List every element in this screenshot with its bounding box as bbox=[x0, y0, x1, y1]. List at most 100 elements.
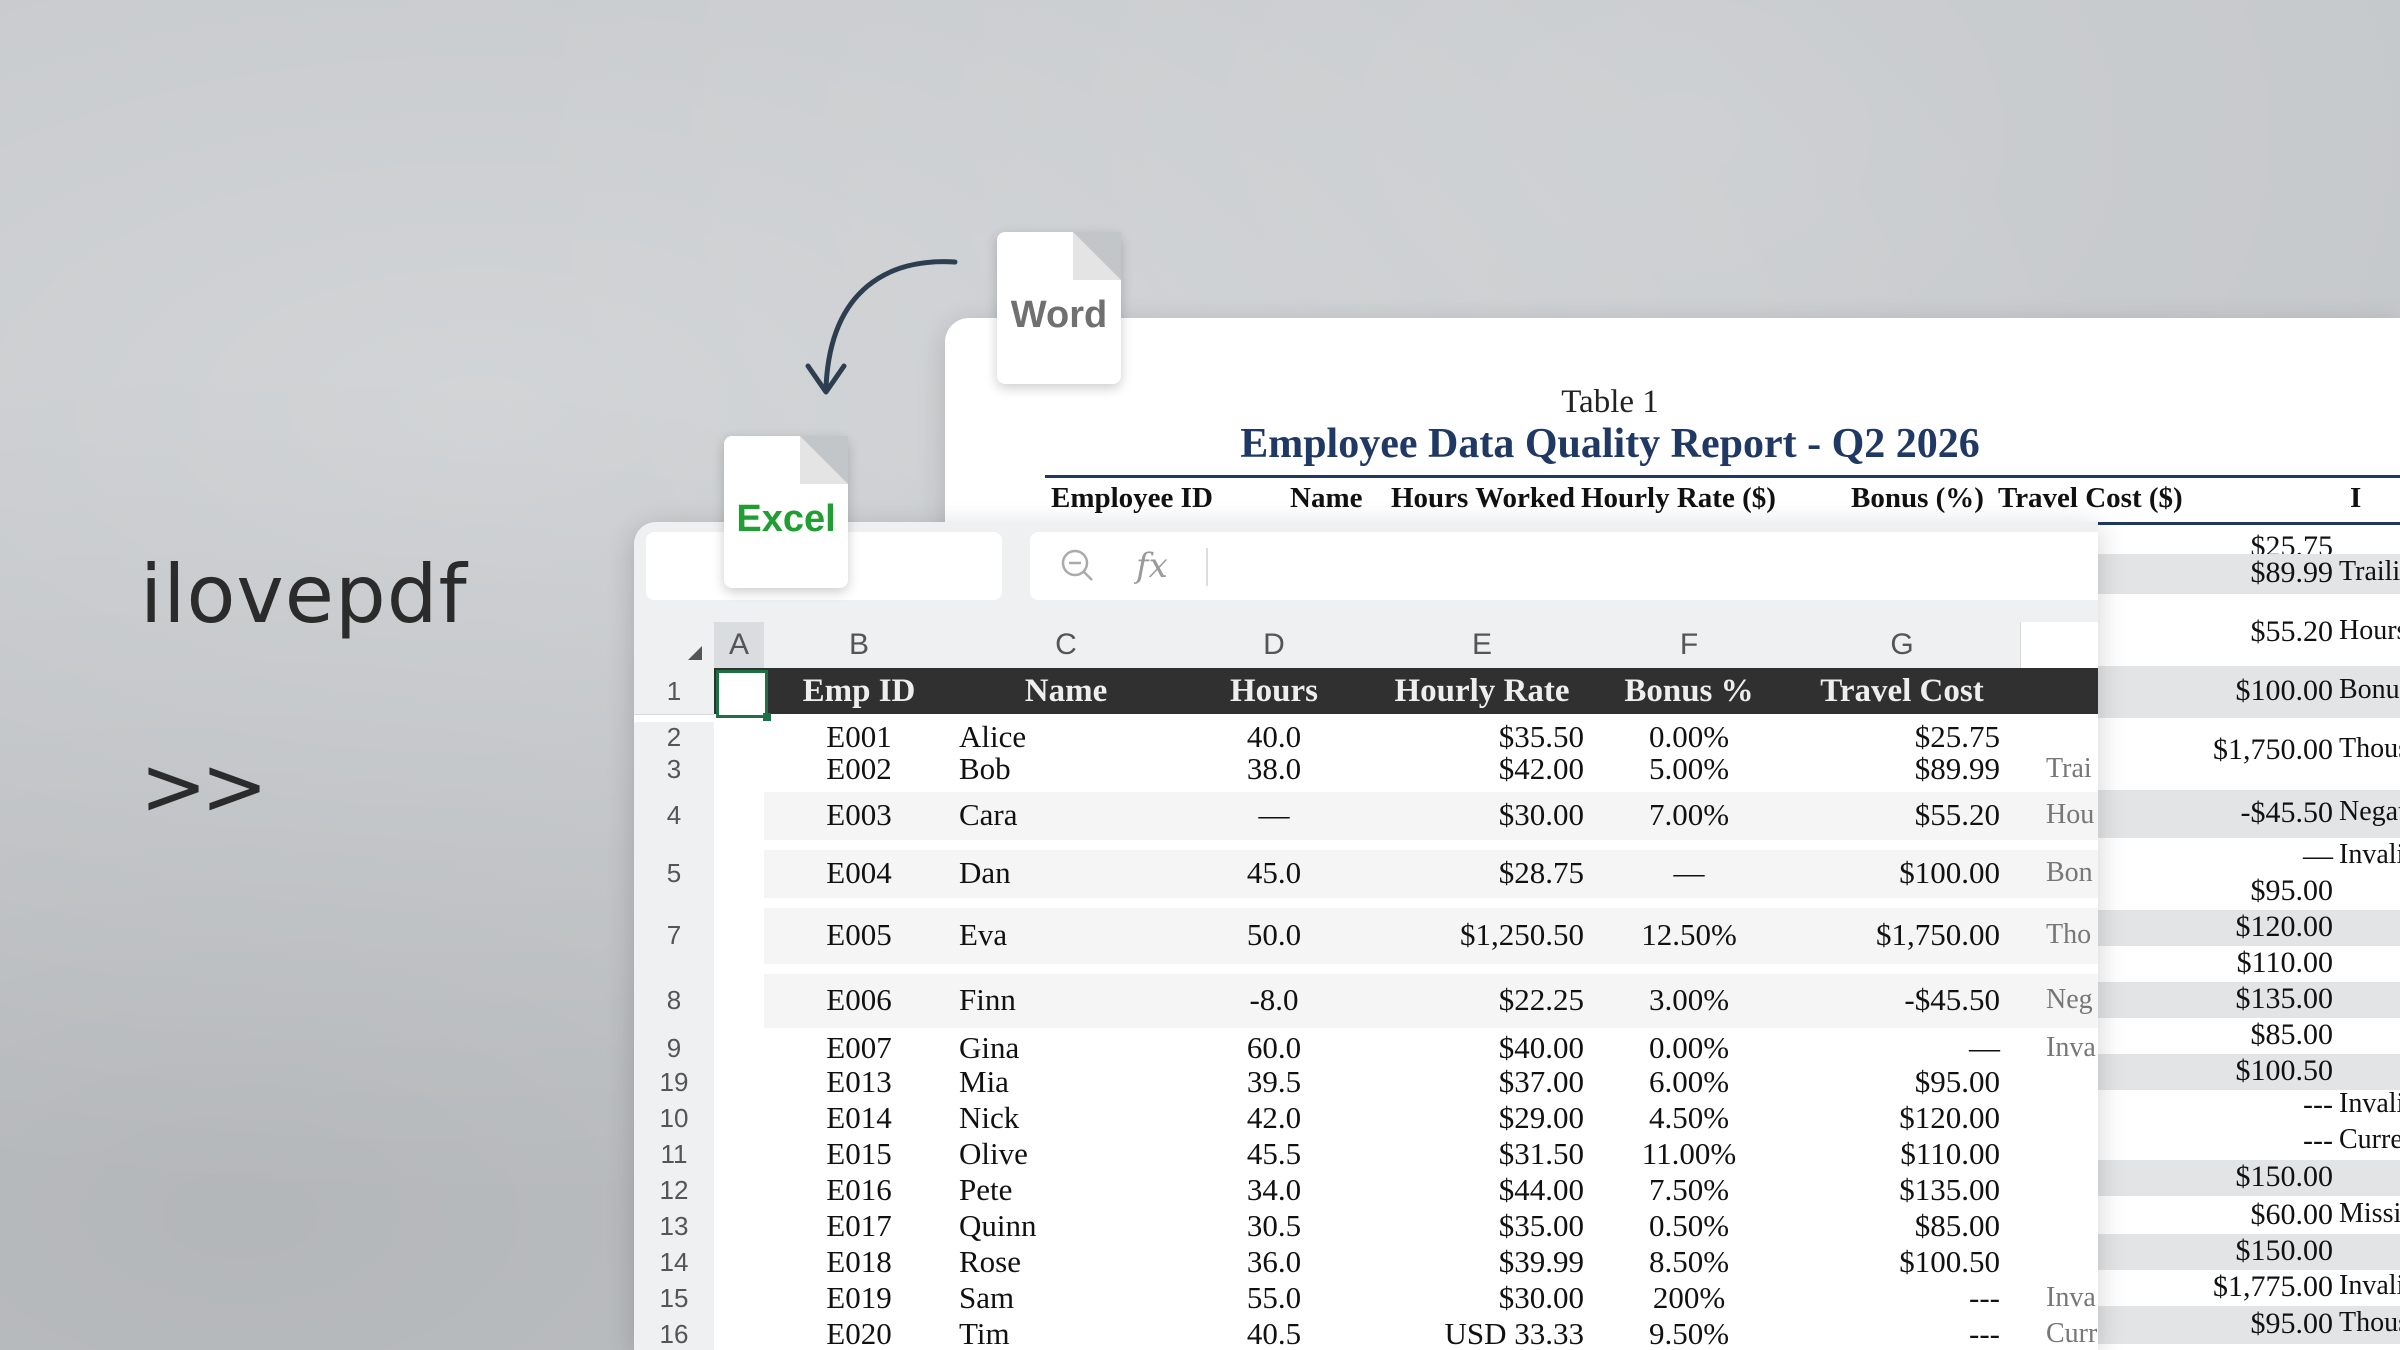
bonus-cell[interactable]: — bbox=[1594, 855, 1784, 891]
travel-cost-cell[interactable]: --- bbox=[1784, 1316, 2000, 1350]
travel-cost-cell[interactable]: -$45.50 bbox=[1784, 982, 2000, 1018]
hours-cell[interactable]: 40.5 bbox=[1178, 1316, 1370, 1350]
hours-cell[interactable]: 55.0 bbox=[1178, 1280, 1370, 1316]
issue-note-cell[interactable]: Bon bbox=[2046, 857, 2093, 889]
travel-cost-cell[interactable]: $89.99 bbox=[1784, 751, 2000, 787]
emp-id-cell[interactable]: E018 bbox=[764, 1244, 954, 1280]
row-header[interactable]: 2 bbox=[634, 722, 714, 753]
row-header[interactable]: 19 bbox=[634, 1064, 714, 1101]
hours-cell[interactable]: 40.0 bbox=[1178, 719, 1370, 755]
row-header[interactable]: 9 bbox=[634, 1032, 714, 1065]
name-cell[interactable]: Tim bbox=[959, 1316, 1010, 1350]
emp-id-cell[interactable]: E006 bbox=[764, 982, 954, 1018]
hours-cell[interactable]: 45.5 bbox=[1178, 1136, 1370, 1172]
bonus-cell[interactable]: 7.50% bbox=[1594, 1172, 1784, 1208]
travel-cost-cell[interactable]: $120.00 bbox=[1784, 1100, 2000, 1136]
row-header[interactable]: 11 bbox=[634, 1136, 714, 1173]
row-header[interactable]: 14 bbox=[634, 1244, 714, 1281]
selected-cell-a1[interactable] bbox=[716, 670, 771, 721]
hourly-rate-cell[interactable]: $39.99 bbox=[1370, 1244, 1584, 1280]
header-cell[interactable]: Hourly Rate bbox=[1370, 668, 1594, 714]
name-cell[interactable]: Finn bbox=[959, 982, 1016, 1018]
issue-note-cell[interactable]: Neg bbox=[2046, 984, 2093, 1016]
hourly-rate-cell[interactable]: $30.00 bbox=[1370, 1280, 1584, 1316]
emp-id-cell[interactable]: E016 bbox=[764, 1172, 954, 1208]
header-cell[interactable]: Hours bbox=[1178, 668, 1370, 714]
travel-cost-cell[interactable]: $110.00 bbox=[1784, 1136, 2000, 1172]
emp-id-cell[interactable]: E013 bbox=[764, 1064, 954, 1100]
header-cell[interactable]: Travel Cost bbox=[1784, 668, 2020, 714]
hourly-rate-cell[interactable]: $35.50 bbox=[1370, 719, 1584, 755]
hours-cell[interactable]: 45.0 bbox=[1178, 855, 1370, 891]
bonus-cell[interactable]: 0.50% bbox=[1594, 1208, 1784, 1244]
emp-id-cell[interactable]: E014 bbox=[764, 1100, 954, 1136]
bonus-cell[interactable]: 5.00% bbox=[1594, 751, 1784, 787]
issue-note-cell[interactable]: Trai bbox=[2046, 753, 2092, 785]
hours-cell[interactable]: 39.5 bbox=[1178, 1064, 1370, 1100]
column-header-a[interactable]: A bbox=[714, 622, 765, 668]
row-header[interactable]: 15 bbox=[634, 1280, 714, 1317]
travel-cost-cell[interactable]: $95.00 bbox=[1784, 1064, 2000, 1100]
emp-id-cell[interactable]: E004 bbox=[764, 855, 954, 891]
bonus-cell[interactable]: 11.00% bbox=[1594, 1136, 1784, 1172]
hours-cell[interactable]: 42.0 bbox=[1178, 1100, 1370, 1136]
row-header[interactable]: 4 bbox=[634, 786, 714, 845]
name-cell[interactable]: Sam bbox=[959, 1280, 1014, 1316]
name-cell[interactable]: Mia bbox=[959, 1064, 1009, 1100]
bonus-cell[interactable]: 200% bbox=[1594, 1280, 1784, 1316]
formula-bar[interactable]: fx bbox=[1030, 532, 2098, 600]
name-cell[interactable]: Eva bbox=[959, 917, 1007, 953]
name-cell[interactable]: Quinn bbox=[959, 1208, 1037, 1244]
hourly-rate-cell[interactable]: $40.00 bbox=[1370, 1030, 1584, 1066]
name-cell[interactable]: Gina bbox=[959, 1030, 1019, 1066]
function-icon[interactable]: fx bbox=[1136, 546, 1168, 586]
zoom-out-icon[interactable] bbox=[1060, 548, 1094, 582]
bonus-cell[interactable]: 0.00% bbox=[1594, 1030, 1784, 1066]
travel-cost-cell[interactable]: $100.00 bbox=[1784, 855, 2000, 891]
name-cell[interactable]: Olive bbox=[959, 1136, 1028, 1172]
name-cell[interactable]: Alice bbox=[959, 719, 1026, 755]
hours-cell[interactable]: 30.5 bbox=[1178, 1208, 1370, 1244]
travel-cost-cell[interactable]: $25.75 bbox=[1784, 719, 2000, 755]
hours-cell[interactable]: -8.0 bbox=[1178, 982, 1370, 1018]
column-header-c[interactable]: C bbox=[954, 622, 1179, 668]
emp-id-cell[interactable]: E002 bbox=[764, 751, 954, 787]
hours-cell[interactable]: — bbox=[1178, 797, 1370, 833]
travel-cost-cell[interactable]: --- bbox=[1784, 1280, 2000, 1316]
hourly-rate-cell[interactable]: $28.75 bbox=[1370, 855, 1584, 891]
hours-cell[interactable]: 34.0 bbox=[1178, 1172, 1370, 1208]
hourly-rate-cell[interactable]: $37.00 bbox=[1370, 1064, 1584, 1100]
name-cell[interactable]: Dan bbox=[959, 855, 1011, 891]
bonus-cell[interactable]: 0.00% bbox=[1594, 719, 1784, 755]
hours-cell[interactable]: 60.0 bbox=[1178, 1030, 1370, 1066]
travel-cost-cell[interactable]: $135.00 bbox=[1784, 1172, 2000, 1208]
row-header[interactable]: 7 bbox=[634, 902, 714, 969]
hours-cell[interactable]: 50.0 bbox=[1178, 917, 1370, 953]
travel-cost-cell[interactable]: $1,750.00 bbox=[1784, 917, 2000, 953]
name-cell[interactable]: Rose bbox=[959, 1244, 1021, 1280]
emp-id-cell[interactable]: E003 bbox=[764, 797, 954, 833]
row-header[interactable]: 12 bbox=[634, 1172, 714, 1209]
column-header-g[interactable]: G bbox=[1784, 622, 2021, 668]
travel-cost-cell[interactable]: $100.50 bbox=[1784, 1244, 2000, 1280]
emp-id-cell[interactable]: E020 bbox=[764, 1316, 954, 1350]
select-all-corner[interactable] bbox=[634, 622, 715, 668]
name-cell[interactable]: Nick bbox=[959, 1100, 1019, 1136]
bonus-cell[interactable]: 7.00% bbox=[1594, 797, 1784, 833]
hourly-rate-cell[interactable]: $30.00 bbox=[1370, 797, 1584, 833]
row-header-1[interactable]: 1 bbox=[634, 668, 714, 715]
name-cell[interactable]: Cara bbox=[959, 797, 1018, 833]
issue-note-cell[interactable]: Inva bbox=[2046, 1282, 2096, 1314]
hourly-rate-cell[interactable]: $44.00 bbox=[1370, 1172, 1584, 1208]
emp-id-cell[interactable]: E001 bbox=[764, 719, 954, 755]
row-header[interactable]: 3 bbox=[634, 752, 714, 787]
column-header-d[interactable]: D bbox=[1178, 622, 1371, 668]
issue-note-cell[interactable]: Curr bbox=[2046, 1318, 2097, 1350]
hourly-rate-cell[interactable]: $22.25 bbox=[1370, 982, 1584, 1018]
travel-cost-cell[interactable]: $55.20 bbox=[1784, 797, 2000, 833]
row-header[interactable]: 16 bbox=[634, 1316, 714, 1350]
issue-note-cell[interactable]: Tho bbox=[2046, 919, 2091, 951]
spreadsheet-grid[interactable]: A B C D E F G 1 Emp ID Name Hours Hourly Rate Bonus … bbox=[634, 622, 2098, 1350]
hourly-rate-cell[interactable]: $29.00 bbox=[1370, 1100, 1584, 1136]
header-cell[interactable]: Name bbox=[954, 668, 1178, 714]
